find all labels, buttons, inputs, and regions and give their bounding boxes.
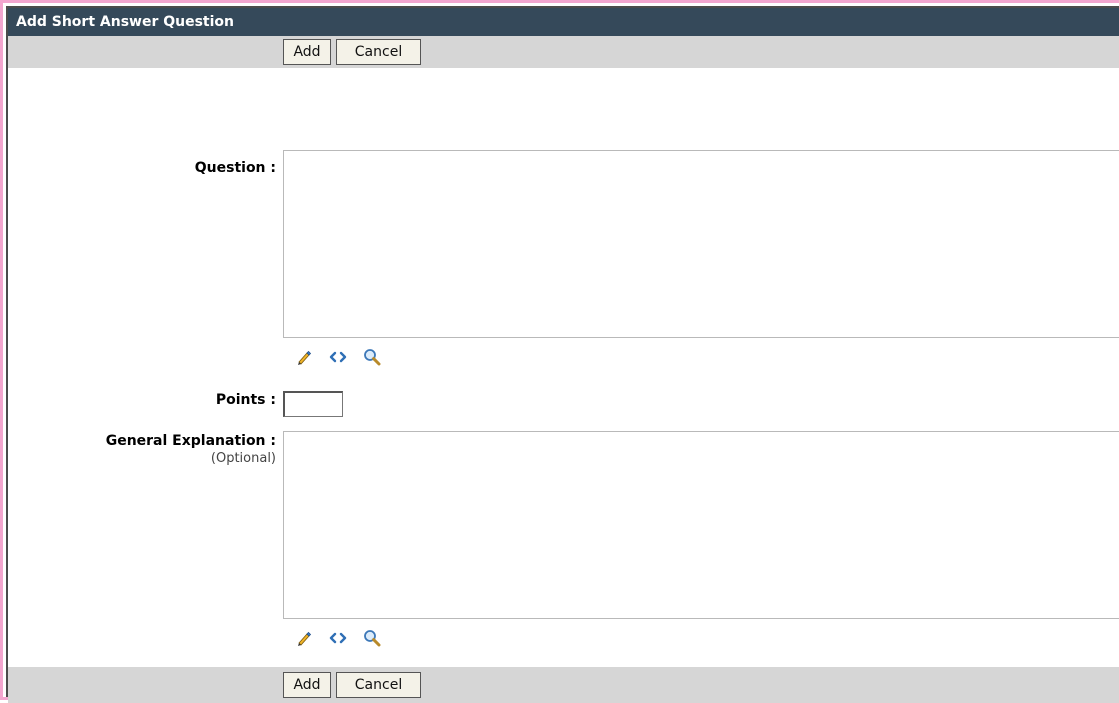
preview-magnifier-icon[interactable] [363,348,381,366]
pencil-icon[interactable] [295,629,313,647]
explanation-label: General Explanation : [105,433,276,449]
dialog-frame: Add Short Answer Question Add Cancel Que… [0,0,1119,703]
top-toolbar: Add Cancel [8,36,1119,68]
add-button-bottom[interactable]: Add [283,672,331,698]
cancel-button-bottom[interactable]: Cancel [336,672,421,698]
cancel-button-top[interactable]: Cancel [336,39,421,65]
explanation-optional-label: (Optional) [210,451,276,466]
explanation-label-wrap: General Explanation : (Optional) [8,433,276,473]
html-source-icon[interactable] [329,629,347,647]
pencil-icon[interactable] [295,348,313,366]
explanation-editor-toolbar [295,628,397,648]
question-label-wrap: Question : [8,160,276,180]
add-button-top[interactable]: Add [283,39,331,65]
html-source-icon[interactable] [329,348,347,366]
question-label: Question : [194,160,276,176]
explanation-textarea[interactable] [283,431,1119,619]
dialog-title: Add Short Answer Question [8,8,1119,36]
question-editor-toolbar [295,347,397,367]
preview-magnifier-icon[interactable] [363,629,381,647]
bottom-toolbar: Add Cancel [8,667,1119,703]
points-input[interactable] [283,391,343,417]
question-textarea[interactable] [283,150,1119,338]
points-label-wrap: Points : [8,392,276,412]
points-label: Points : [215,392,276,408]
dialog-panel: Add Short Answer Question Add Cancel Que… [6,6,1119,703]
